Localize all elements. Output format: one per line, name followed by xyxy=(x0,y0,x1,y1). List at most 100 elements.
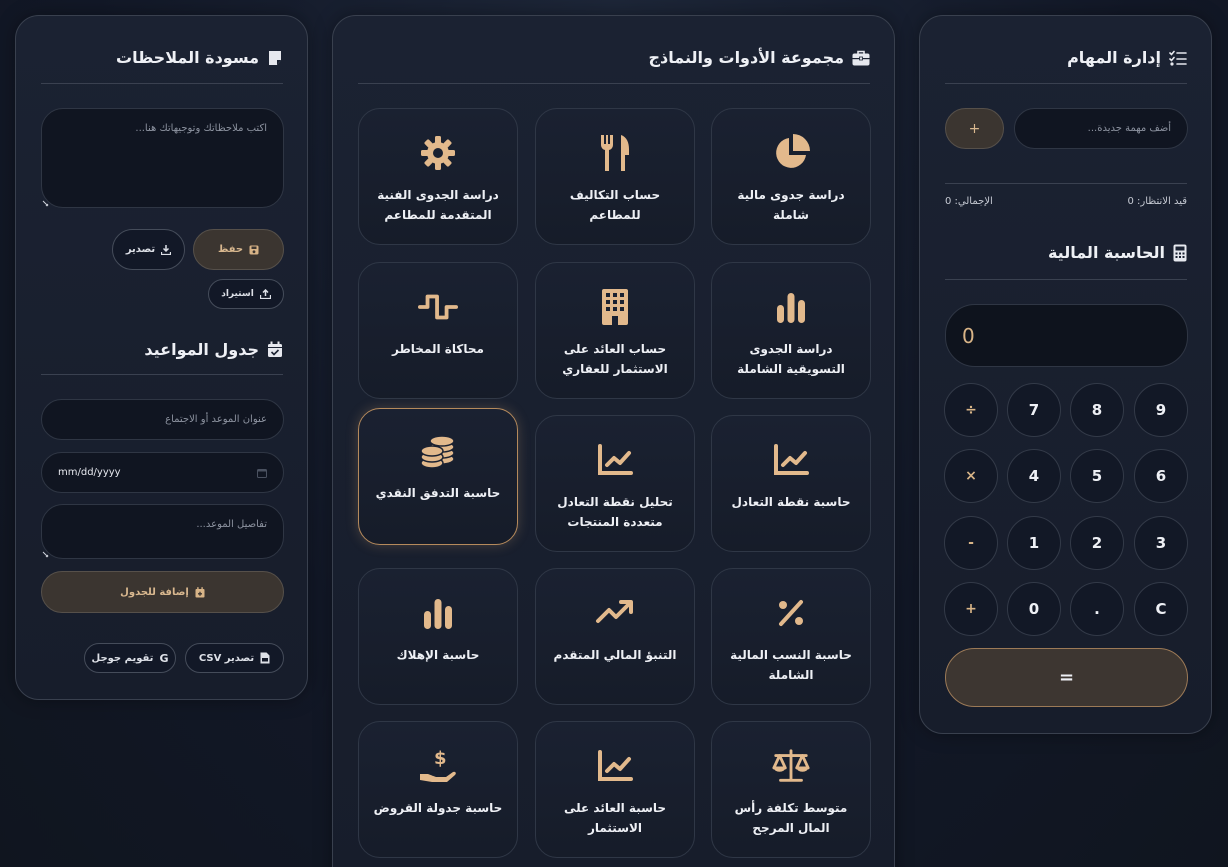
equals-button[interactable]: = xyxy=(945,648,1188,707)
bar-chart-icon xyxy=(771,287,811,327)
line-chart-icon xyxy=(595,746,635,786)
divider xyxy=(41,83,283,84)
appointment-date-input[interactable]: mm/dd/yyyy xyxy=(41,452,284,493)
key-minus[interactable]: - xyxy=(944,516,998,570)
add-task-button[interactable]: + xyxy=(945,108,1004,149)
line-chart-icon xyxy=(771,440,811,480)
tool-label: دراسة جدوى مالية شاملة xyxy=(737,188,845,222)
tool-card-financial-feasibility[interactable]: دراسة جدوى مالية شاملة xyxy=(711,108,871,245)
tool-card-technical-feasibility[interactable]: دراسة الجدوى الفنية المتقدمة للمطاعم xyxy=(358,108,518,245)
key-6[interactable]: 6 xyxy=(1134,449,1188,503)
key-5[interactable]: 5 xyxy=(1070,449,1124,503)
key-multiply[interactable]: × xyxy=(944,449,998,503)
tool-label: محاكاة المخاطر xyxy=(392,342,484,356)
tool-card-loan-schedule[interactable]: $ حاسبة جدولة القروض xyxy=(358,721,518,858)
key-divide[interactable]: ÷ xyxy=(944,383,998,437)
key-4[interactable]: 4 xyxy=(1007,449,1061,503)
tool-label: حاسبة نقطة التعادل xyxy=(731,495,851,509)
export-csv-button[interactable]: تصدير CSV xyxy=(185,643,284,673)
appointment-title-placeholder: عنوان الموعد أو الاجتماع xyxy=(165,414,267,425)
export-notes-button[interactable]: تصدير xyxy=(112,229,185,270)
tools-panel: مجموعة الأدوات والنماذج دراسة جدوى مالية… xyxy=(332,15,895,867)
tool-label: دراسة الجدوى الفنية المتقدمة للمطاعم xyxy=(377,188,499,222)
tool-card-cash-flow[interactable]: حاسبة التدفق النقدي xyxy=(358,408,518,545)
gear-icon xyxy=(418,133,458,173)
appointment-title-input[interactable]: عنوان الموعد أو الاجتماع xyxy=(41,399,284,440)
save-button[interactable]: حفظ xyxy=(193,229,284,270)
sticky-note-icon xyxy=(269,50,281,65)
hand-dollar-icon: $ xyxy=(418,746,458,786)
key-2[interactable]: 2 xyxy=(1070,516,1124,570)
tool-label: حاسبة التدفق النقدي xyxy=(375,486,501,500)
tool-card-financial-forecast[interactable]: التنبؤ المالي المتقدم xyxy=(535,568,695,705)
new-task-input[interactable]: أضف مهمة جديدة... xyxy=(1014,108,1188,149)
coins-icon xyxy=(418,431,458,471)
tool-card-multi-product-break-even[interactable]: تحليل نقطة التعادل متعددة المنتجات xyxy=(535,415,695,552)
key-clear[interactable]: C xyxy=(1134,582,1188,636)
tool-label: متوسط تكلفة رأس المال المرجح xyxy=(734,801,848,835)
tasks-title-text: إدارة المهام xyxy=(1067,48,1161,67)
add-to-schedule-button[interactable]: إضافة للجدول xyxy=(41,571,284,613)
tool-card-risk-simulation[interactable]: محاكاة المخاطر xyxy=(358,262,518,399)
tool-label: حاسبة العائد على الاستثمار xyxy=(563,801,667,835)
tool-card-financial-ratios[interactable]: حاسبة النسب المالية الشاملة xyxy=(711,568,871,705)
tool-card-depreciation[interactable]: حاسبة الإهلاك xyxy=(358,568,518,705)
appointment-details-textarea[interactable]: تفاصيل الموعد... xyxy=(41,504,284,559)
building-icon xyxy=(595,287,635,327)
calendar-plus-icon xyxy=(195,586,205,597)
date-value: mm/dd/yyyy xyxy=(58,467,121,478)
import-notes-button[interactable]: استيراد xyxy=(208,279,284,309)
calculator-title-text: الحاسبة المالية xyxy=(1047,243,1165,262)
tool-label: حاسبة النسب المالية الشاملة xyxy=(730,648,852,682)
tool-card-marketing-feasibility[interactable]: دراسة الجدوى التسويقية الشاملة xyxy=(711,262,871,399)
google-calendar-label: تقويم جوجل xyxy=(91,652,154,664)
tasks-title: إدارة المهام xyxy=(1067,48,1187,67)
notes-placeholder: اكتب ملاحظاتك وتوجيهاتك هنا... xyxy=(135,123,267,134)
floppy-disk-icon xyxy=(249,245,259,254)
scale-icon xyxy=(771,746,811,786)
notes-title: مسودة الملاحظات xyxy=(116,48,283,67)
key-9[interactable]: 9 xyxy=(1134,383,1188,437)
bar-chart-icon xyxy=(418,593,458,633)
tool-card-real-estate-roi[interactable]: حساب العائد على الاستثمار للعقاري xyxy=(535,262,695,399)
percent-icon xyxy=(771,593,811,633)
resize-handle-icon[interactable] xyxy=(42,550,50,558)
calculator-title: الحاسبة المالية xyxy=(1048,243,1187,262)
google-calendar-button[interactable]: G تقويم جوجل xyxy=(84,643,176,673)
tool-card-restaurant-costs[interactable]: حساب التكاليف للمطاعم xyxy=(535,108,695,245)
utensils-icon xyxy=(595,133,635,173)
key-3[interactable]: 3 xyxy=(1134,516,1188,570)
tool-card-roi[interactable]: حاسبة العائد على الاستثمار xyxy=(535,721,695,858)
key-1[interactable]: 1 xyxy=(1007,516,1061,570)
tool-label: حاسبة الإهلاك xyxy=(396,648,480,662)
calculator-display-value: 0 xyxy=(962,323,975,348)
tool-card-wacc[interactable]: متوسط تكلفة رأس المال المرجح xyxy=(711,721,871,858)
file-csv-icon xyxy=(260,652,270,664)
schedule-title-text: جدول المواعيد xyxy=(144,340,259,359)
tool-label: التنبؤ المالي المتقدم xyxy=(553,648,677,662)
tool-card-break-even[interactable]: حاسبة نقطة التعادل xyxy=(711,415,871,552)
key-7[interactable]: 7 xyxy=(1007,383,1061,437)
key-0[interactable]: 0 xyxy=(1007,582,1061,636)
divider xyxy=(41,374,283,375)
appointment-details-placeholder: تفاصيل الموعد... xyxy=(196,519,267,530)
calendar-check-icon xyxy=(268,341,282,357)
wave-icon xyxy=(418,287,458,327)
google-icon: G xyxy=(159,651,169,665)
divider xyxy=(945,83,1187,84)
notes-panel: مسودة الملاحظات اكتب ملاحظاتك وتوجيهاتك … xyxy=(15,15,308,700)
import-label: استيراد xyxy=(221,289,254,299)
notes-textarea[interactable]: اكتب ملاحظاتك وتوجيهاتك هنا... xyxy=(41,108,284,208)
resize-handle-icon[interactable] xyxy=(42,199,50,207)
calendar-icon[interactable] xyxy=(257,468,267,478)
calculator-display: 0 xyxy=(945,304,1188,367)
pie-chart-icon xyxy=(771,133,811,173)
divider xyxy=(945,183,1187,184)
pending-count: قيد الانتظار: 0 xyxy=(1127,196,1187,207)
key-plus[interactable]: + xyxy=(944,582,998,636)
key-decimal[interactable]: . xyxy=(1070,582,1124,636)
calculator-icon xyxy=(1173,244,1187,261)
download-icon xyxy=(161,244,172,255)
briefcase-icon xyxy=(852,50,870,65)
key-8[interactable]: 8 xyxy=(1070,383,1124,437)
